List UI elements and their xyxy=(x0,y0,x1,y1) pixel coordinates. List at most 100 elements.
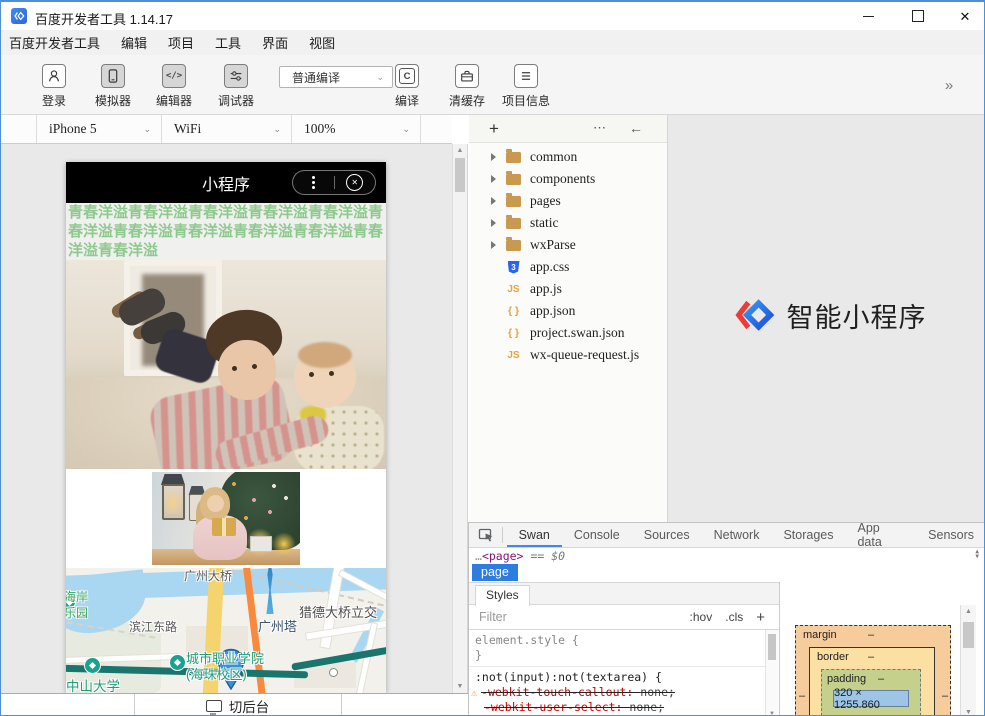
caret-icon[interactable] xyxy=(491,153,496,161)
toolbar-overflow-button[interactable]: » xyxy=(934,77,964,94)
chevron-down-icon: ⌄ xyxy=(143,124,151,135)
tree-file-appjs[interactable]: JSapp.js xyxy=(469,278,667,300)
capsule-close-button[interactable]: ✕ xyxy=(335,174,376,191)
device-select[interactable]: iPhone 5⌄ xyxy=(36,115,161,143)
simulator-footer: 切后台 xyxy=(1,693,469,716)
network-select[interactable]: WiFi⌄ xyxy=(161,115,291,143)
filter-input[interactable]: Filter xyxy=(479,610,690,624)
menu-item-app[interactable]: 百度开发者工具 xyxy=(9,33,100,52)
menu-item-project[interactable]: 项目 xyxy=(168,33,194,52)
css-declaration[interactable]: -webkit-user-select: none; xyxy=(484,700,664,714)
dom-tree-row[interactable]: … <page> == $0 ▲▼ xyxy=(469,548,985,564)
menu-dots-icon[interactable] xyxy=(293,176,334,189)
tree-file-wxqueuerequestjs[interactable]: JSwx-queue-request.js xyxy=(469,344,667,366)
js-file-icon: JS xyxy=(506,350,521,361)
styles-filter-row: Filter :hov .cls + xyxy=(469,605,779,630)
minimize-button[interactable] xyxy=(849,4,887,28)
maximize-button[interactable] xyxy=(899,4,937,28)
device-bar: iPhone 5⌄ WiFi⌄ 100%⌄ xyxy=(1,115,452,144)
tree-file-appjson[interactable]: { }app.json xyxy=(469,300,667,322)
compile-mode-value: 普通编译 xyxy=(292,69,376,86)
caret-icon[interactable] xyxy=(491,175,496,183)
tab-network[interactable]: Network xyxy=(702,523,772,547)
tab-sensors[interactable]: Sensors xyxy=(916,523,985,547)
tab-sources[interactable]: Sources xyxy=(632,523,702,547)
file-tree-header: + ⋯ ← xyxy=(469,115,667,143)
map-view[interactable]: 广州大桥 滨江东路 广州塔 猎德大桥立交 城市职业学院 (海珠校区) 中山大学 … xyxy=(66,568,386,693)
scroll-up-icon[interactable]: ▲ xyxy=(961,608,976,615)
tree-folder-wxparse[interactable]: wxParse xyxy=(469,234,667,256)
background-mode-button[interactable]: 切后台 xyxy=(134,694,341,716)
collapse-panel-button[interactable]: ← xyxy=(629,120,643,136)
breadcrumb-page[interactable]: page xyxy=(472,564,518,581)
new-style-rule-button[interactable]: + xyxy=(756,609,765,626)
map-label-tower: 广州塔 xyxy=(258,616,297,635)
breadcrumb: page xyxy=(469,564,985,582)
caret-icon[interactable] xyxy=(491,241,496,249)
toggle-class-button[interactable]: .cls xyxy=(725,610,743,624)
rule-element-style[interactable]: element.style { xyxy=(475,633,579,647)
tree-folder-static[interactable]: static xyxy=(469,212,667,234)
caret-icon[interactable] xyxy=(491,219,496,227)
more-options-button[interactable]: ⋯ xyxy=(593,120,607,136)
login-button[interactable]: 登录 xyxy=(25,64,83,109)
box-model-padding[interactable]: padding – 320 × 1255.860 xyxy=(821,669,921,716)
scrollbar-thumb[interactable] xyxy=(963,622,974,648)
tab-swan[interactable]: Swan xyxy=(507,523,562,547)
styles-scrollbar[interactable]: ▼ xyxy=(765,630,778,716)
close-button[interactable]: ✕ xyxy=(946,4,984,28)
scrollbar-thumb[interactable] xyxy=(768,634,776,660)
marquee-text: 青春洋溢青春洋溢青春洋溢青春洋溢青春洋溢青春洋溢青春洋溢青春洋溢青春洋溢青春洋溢… xyxy=(66,203,386,260)
boxmodel-scrollbar[interactable]: ▲ ▼ xyxy=(960,605,976,716)
menu-item-tools[interactable]: 工具 xyxy=(215,33,241,52)
simulator-toggle[interactable]: 模拟器 xyxy=(84,64,142,109)
tab-styles[interactable]: Styles xyxy=(475,585,530,606)
photo-christmas-girl[interactable] xyxy=(152,472,300,565)
css-declaration[interactable]: ⚠-webkit-touch-callout: none; xyxy=(471,685,675,699)
editor-toggle[interactable]: </> 编辑器 xyxy=(145,64,203,109)
toggle-hover-button[interactable]: :hov xyxy=(690,610,713,624)
tab-app-data[interactable]: App data xyxy=(845,523,916,547)
scroll-up-icon[interactable]: ▲ xyxy=(453,147,467,154)
window-title: 百度开发者工具 1.14.17 xyxy=(35,9,173,28)
warning-icon: ⚠ xyxy=(471,688,477,699)
compile-button[interactable]: C 编译 xyxy=(378,64,436,109)
json-file-icon: { } xyxy=(506,305,521,317)
simulator-scrollbar[interactable]: ▲ ▼ xyxy=(452,144,468,693)
menu-item-view[interactable]: 视图 xyxy=(309,33,335,52)
box-model-margin[interactable]: margin – – – – – – – border – padding – … xyxy=(795,625,951,716)
debugger-toggle[interactable]: 调试器 xyxy=(207,64,265,109)
toolbar: 登录 模拟器 </> 编辑器 调试器 普通编译 ⌄ C 编译 xyxy=(1,55,984,115)
compile-mode-select[interactable]: 普通编译 ⌄ xyxy=(279,66,393,88)
scroll-down-icon[interactable]: ▼ xyxy=(961,709,976,716)
dom-tag[interactable]: <page> xyxy=(482,549,524,563)
project-info-button[interactable]: 项目信息 xyxy=(497,64,555,109)
tree-file-appcss[interactable]: 3app.css xyxy=(469,256,667,278)
photo-children[interactable] xyxy=(66,260,386,469)
phone-viewport: 小程序 ✕ 青春洋溢青春洋溢青春洋溢青春洋溢青春洋溢青春洋溢青春洋溢青春洋溢青春… xyxy=(66,162,386,693)
scroll-updown-icon[interactable]: ▲▼ xyxy=(975,549,979,559)
scroll-down-icon[interactable]: ▼ xyxy=(766,711,778,716)
inspect-element-button[interactable] xyxy=(477,527,496,543)
scrollbar-thumb[interactable] xyxy=(455,158,465,192)
tree-folder-components[interactable]: components xyxy=(469,168,667,190)
tab-console[interactable]: Console xyxy=(562,523,632,547)
photo-row xyxy=(66,472,386,565)
rule-not-input[interactable]: :not(input):not(textarea) { xyxy=(475,670,662,684)
tree-folder-common[interactable]: common xyxy=(469,146,667,168)
tree-folder-pages[interactable]: pages xyxy=(469,190,667,212)
phone-icon xyxy=(101,64,125,88)
tab-storages[interactable]: Storages xyxy=(771,523,845,547)
scroll-down-icon[interactable]: ▼ xyxy=(453,683,467,690)
css-rules[interactable]: element.style { } :not(input):not(textar… xyxy=(469,630,765,716)
box-model-border[interactable]: border – padding – 320 × 1255.860 xyxy=(809,647,935,716)
tree-file-projectswanjson[interactable]: { }project.swan.json xyxy=(469,322,667,344)
caret-icon[interactable] xyxy=(491,197,496,205)
menu-bar: 百度开发者工具 编辑 项目 工具 界面 视图 xyxy=(1,30,984,55)
add-file-button[interactable]: + xyxy=(489,119,499,139)
clear-cache-button[interactable]: 清缓存 xyxy=(438,64,496,109)
box-model-content[interactable]: 320 × 1255.860 xyxy=(833,690,909,707)
zoom-select[interactable]: 100%⌄ xyxy=(291,115,421,143)
menu-item-interface[interactable]: 界面 xyxy=(262,33,288,52)
menu-item-edit[interactable]: 编辑 xyxy=(121,33,147,52)
